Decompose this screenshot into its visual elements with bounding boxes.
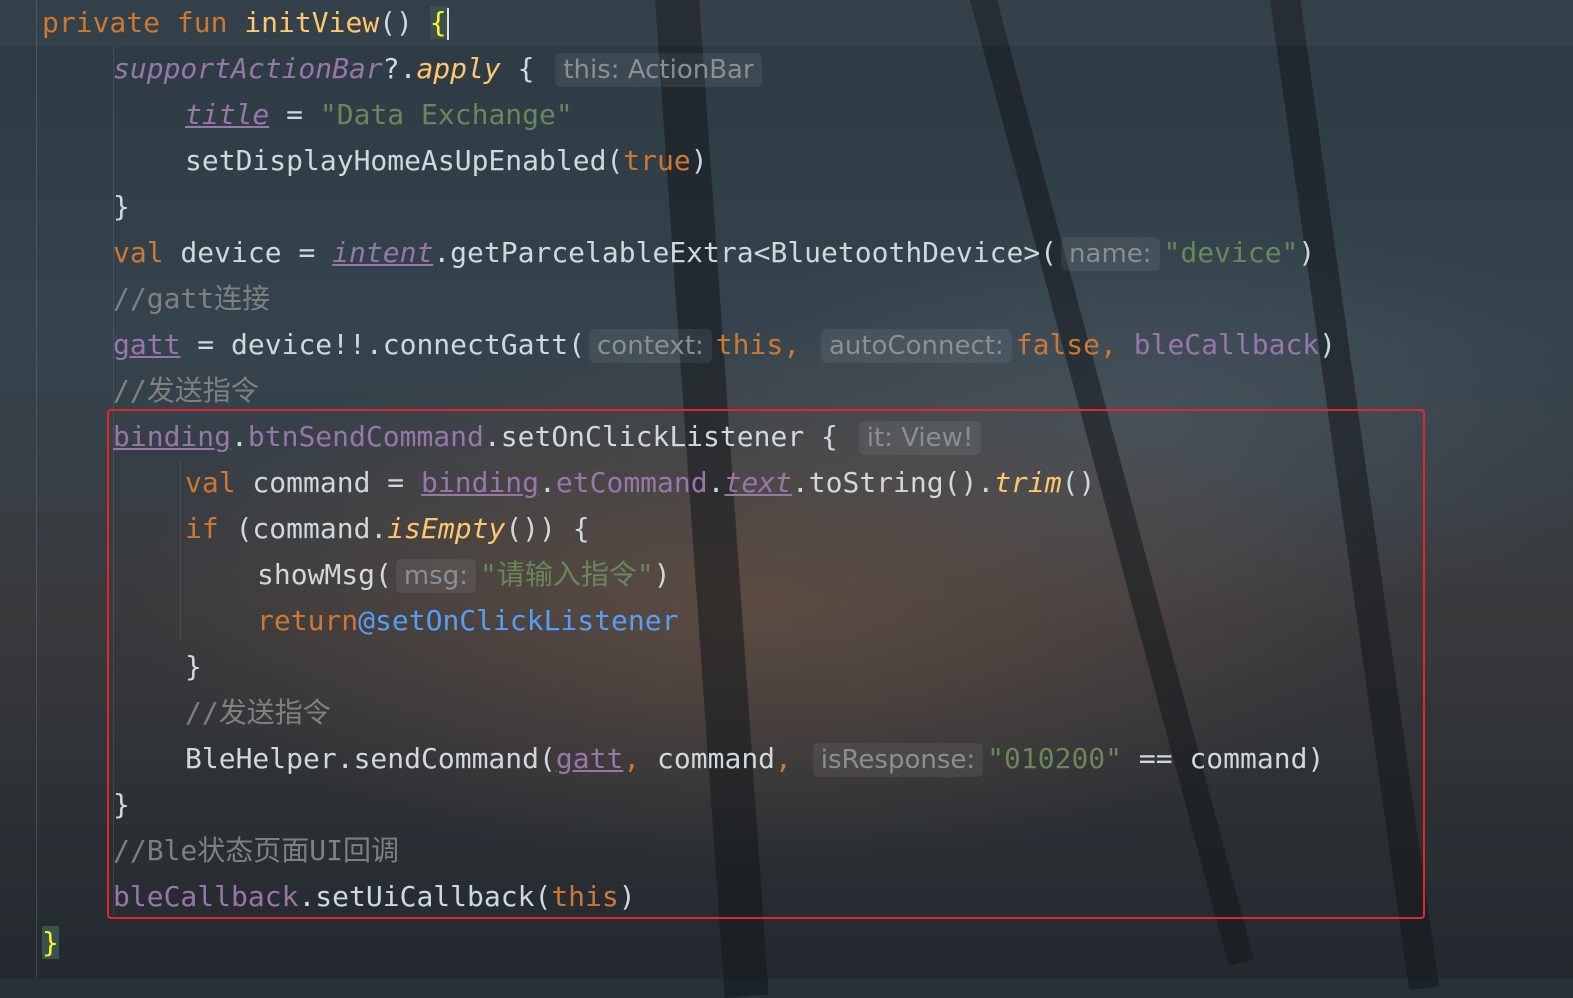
code-comment: //发送指令 [113,374,259,407]
code-line-21: } [42,920,59,966]
code-comment: //gatt连接 [113,282,271,315]
code-line-6: val device = intent.getParcelableExtra<B… [113,236,1316,271]
highlight-annotation-box [107,409,1425,919]
inlay-hint: context: [589,329,712,363]
matched-brace: { [429,6,447,39]
inlay-hint: autoConnect: [820,329,1012,363]
code-line-4: setDisplayHomeAsUpEnabled(true) [185,144,708,177]
code-line-2: supportActionBar?.apply { this: ActionBa… [113,46,766,92]
inlay-hint: name: [1061,237,1160,271]
code-line-8: gatt = device!!.connectGatt(context: this… [113,328,1337,363]
gutter-divider [36,0,37,979]
matched-brace: } [42,926,59,959]
function-name: initView [244,6,380,39]
inlay-hint: this: ActionBar [555,53,762,87]
text-cursor [446,8,449,40]
code-line-1: private fun initView() { [42,6,449,40]
code-line-5: } [113,190,130,223]
code-line-3: title = "Data Exchange" [185,98,573,131]
